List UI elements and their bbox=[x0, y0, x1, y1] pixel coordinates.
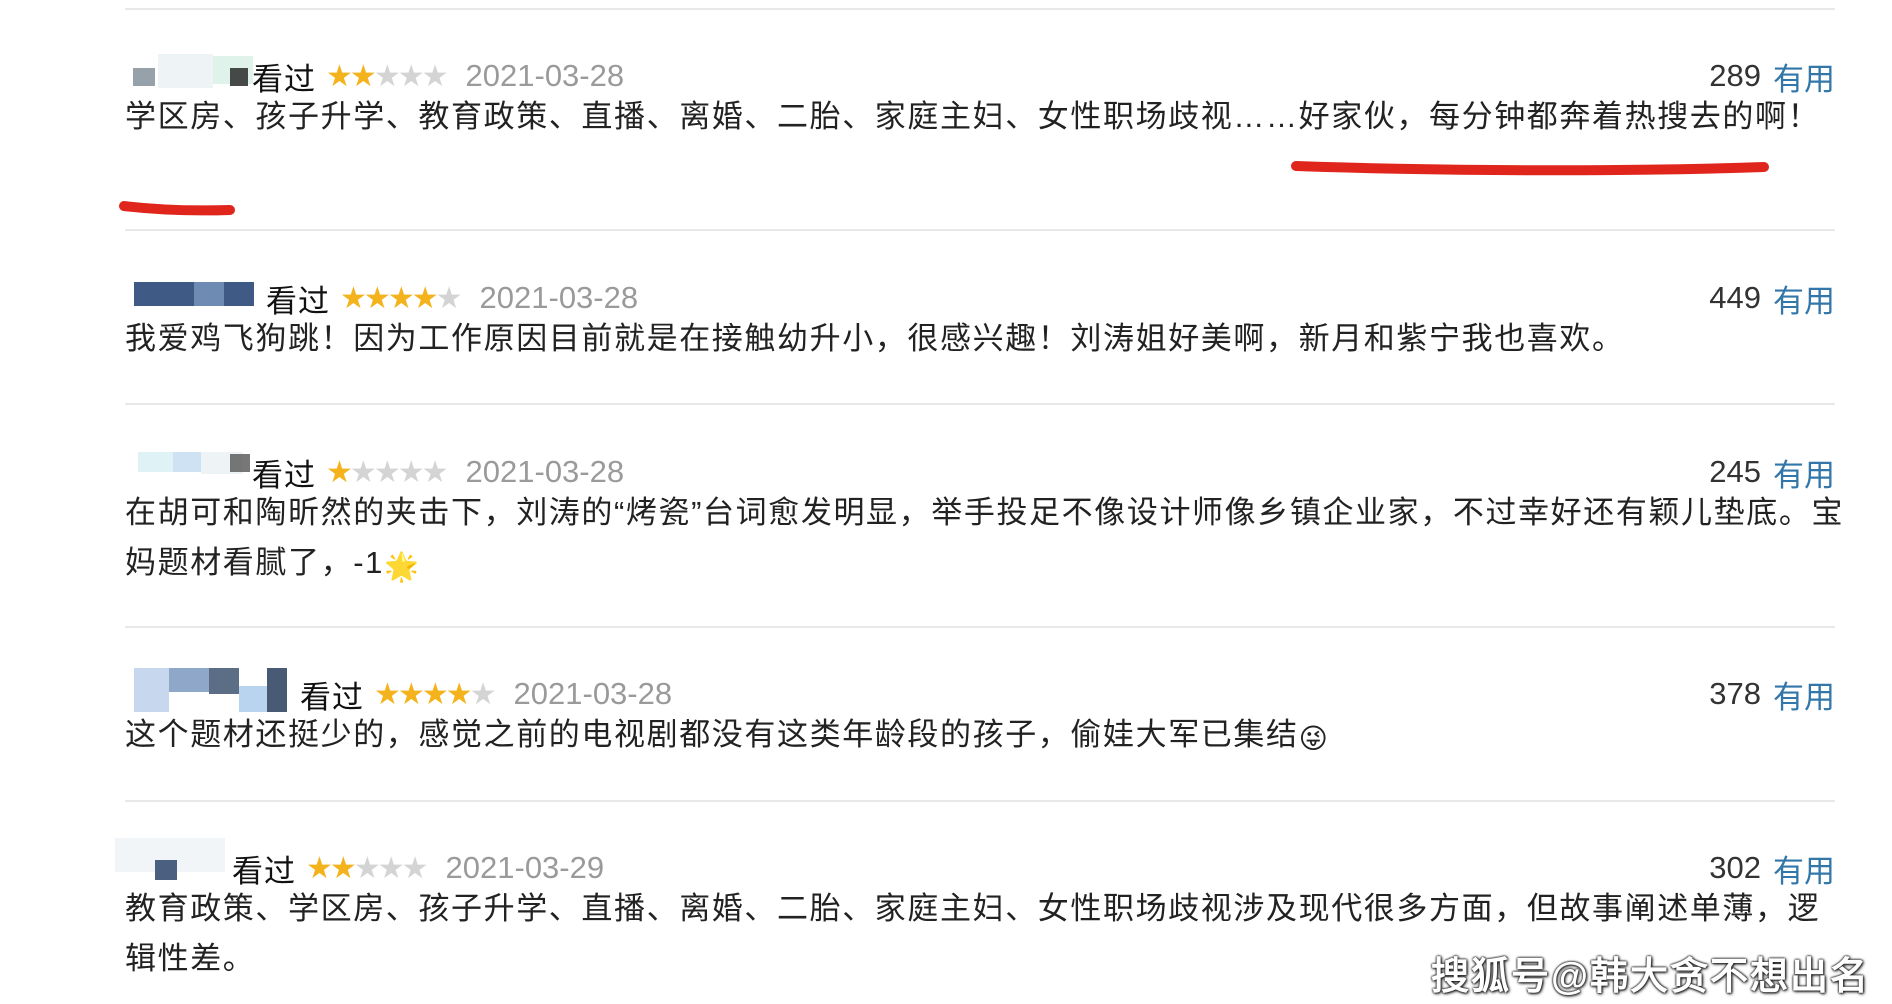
divider bbox=[125, 403, 1835, 405]
star-empty-icon: ★ bbox=[373, 59, 401, 93]
review-list: 看过 ★★★★★ 2021-03-28 289 有用 学区房、孩子升学、教育政策… bbox=[0, 0, 1892, 1004]
star-filled-icon: ★ bbox=[349, 59, 377, 93]
star-empty-icon: ★ bbox=[397, 59, 425, 93]
star-filled-icon: ★ bbox=[329, 851, 357, 885]
star-empty-icon: ★ bbox=[401, 851, 429, 885]
useful-count: 302 bbox=[1709, 850, 1761, 885]
review-date: 2021-03-28 bbox=[479, 280, 639, 315]
red-underline-annotation bbox=[119, 201, 235, 216]
star-filled-icon: ★ bbox=[306, 851, 333, 885]
rating-stars: ★★★★★ bbox=[306, 851, 429, 886]
rating-stars: ★★★★★ bbox=[340, 281, 463, 316]
star-empty-icon: ★ bbox=[421, 455, 449, 489]
star-empty-icon: ★ bbox=[397, 455, 425, 489]
avatar-blurred[interactable] bbox=[118, 442, 258, 486]
star-filled-icon: ★ bbox=[411, 281, 439, 315]
review-text-body: 这个题材还挺少的，感觉之前的电视剧都没有这类年龄段的孩子，偷娃大军已集结 bbox=[125, 717, 1299, 752]
review-date: 2021-03-29 bbox=[445, 850, 605, 885]
rating-stars: ★★★★★ bbox=[326, 455, 449, 490]
star-empty-icon: ★ bbox=[353, 851, 381, 885]
review-text: 学区房、孩子升学、教育政策、直播、离婚、二胎、家庭主妇、女性职场歧视……好家伙，… bbox=[125, 99, 1821, 134]
divider bbox=[125, 800, 1835, 802]
useful-count: 289 bbox=[1709, 58, 1761, 93]
star-empty-icon: ★ bbox=[435, 281, 463, 315]
star-filled-icon: ★ bbox=[363, 281, 391, 315]
star-filled-icon: ★ bbox=[326, 59, 353, 93]
divider bbox=[125, 626, 1835, 628]
winking-tongue-emoji-icon: 😜 bbox=[1298, 723, 1330, 754]
star-empty-icon: ★ bbox=[349, 455, 377, 489]
review-text-body: 在胡可和陶昕然的夹击下，刘涛的“烤瓷”台词愈发明显，举手投足不像设计师像乡镇企业… bbox=[125, 495, 1845, 580]
divider bbox=[125, 8, 1835, 10]
review-text: 在胡可和陶昕然的夹击下，刘涛的“烤瓷”台词愈发明显，举手投足不像设计师像乡镇企业… bbox=[125, 488, 1845, 592]
star-empty-icon: ★ bbox=[469, 677, 497, 711]
star-filled-icon: ★ bbox=[340, 281, 367, 315]
star-filled-icon: ★ bbox=[421, 677, 449, 711]
review-date: 2021-03-28 bbox=[465, 58, 625, 93]
useful-count: 245 bbox=[1709, 454, 1761, 489]
review-text: 这个题材还挺少的，感觉之前的电视剧都没有这类年龄段的孩子，偷娃大军已集结😜 bbox=[125, 710, 1845, 764]
star-empty-icon: ★ bbox=[373, 455, 401, 489]
rating-stars: ★★★★★ bbox=[374, 677, 497, 712]
star-filled-icon: ★ bbox=[387, 281, 415, 315]
glowing-star-emoji-icon: 🌟 bbox=[383, 551, 421, 582]
rating-stars: ★★★★★ bbox=[326, 59, 449, 94]
useful-count: 449 bbox=[1709, 280, 1761, 315]
avatar-blurred[interactable] bbox=[118, 46, 258, 90]
avatar-blurred[interactable] bbox=[130, 664, 290, 712]
star-filled-icon: ★ bbox=[374, 677, 401, 711]
star-filled-icon: ★ bbox=[397, 677, 425, 711]
avatar-blurred[interactable] bbox=[130, 268, 255, 312]
star-filled-icon: ★ bbox=[445, 677, 473, 711]
star-empty-icon: ★ bbox=[377, 851, 405, 885]
review-date: 2021-03-28 bbox=[513, 676, 673, 711]
star-filled-icon: ★ bbox=[326, 455, 353, 489]
divider bbox=[125, 229, 1835, 231]
avatar-blurred[interactable] bbox=[110, 838, 235, 882]
useful-count: 378 bbox=[1709, 676, 1761, 711]
red-underline-annotation bbox=[1291, 161, 1769, 176]
star-empty-icon: ★ bbox=[421, 59, 449, 93]
review-text: 我爱鸡飞狗跳！因为工作原因目前就是在接触幼升小，很感兴趣！刘涛姐好美啊，新月和紫… bbox=[125, 321, 1625, 356]
review-date: 2021-03-28 bbox=[465, 454, 625, 489]
sohu-watermark: 搜狐号@韩大贪不想出名 bbox=[1430, 956, 1870, 998]
